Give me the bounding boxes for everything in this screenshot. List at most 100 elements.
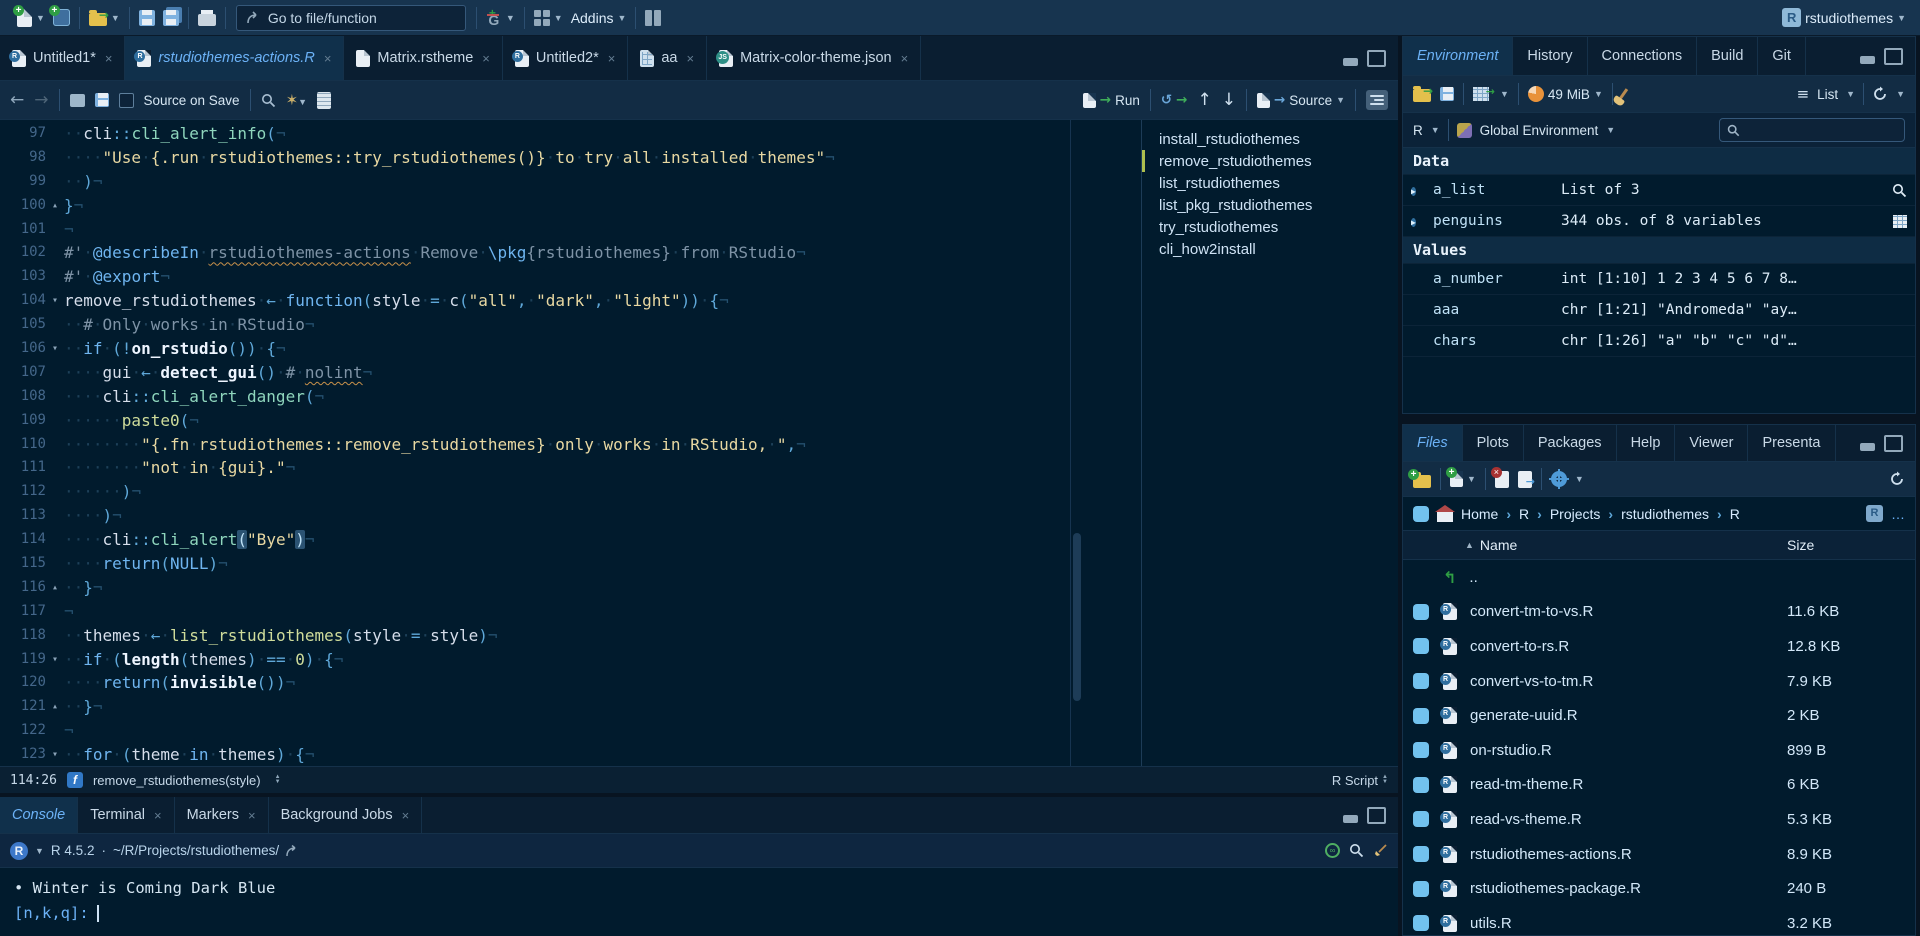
sort-ascending-icon[interactable]: ▲: [1465, 540, 1474, 550]
scope-selector[interactable]: Global Environment: [1480, 123, 1599, 138]
view-mode-selector[interactable]: List: [1817, 87, 1838, 102]
file-row[interactable]: Rutils.R3.2 KB: [1403, 906, 1915, 936]
clear-environment-icon[interactable]: [1619, 88, 1628, 100]
open-file-button[interactable]: →▼: [89, 9, 120, 26]
doc-type-selector[interactable]: R Script: [1332, 773, 1378, 788]
close-icon[interactable]: ×: [402, 808, 410, 823]
rerun-button[interactable]: ↺→: [1161, 92, 1188, 108]
line-number[interactable]: 111: [0, 456, 46, 480]
copy-file-icon[interactable]: [1518, 471, 1532, 488]
fold-marker-icon[interactable]: [46, 313, 64, 337]
select-all-checkbox[interactable]: [1413, 506, 1429, 522]
fold-marker-icon[interactable]: ▾: [46, 743, 64, 766]
code-line[interactable]: 104▾remove_rstudiothemes·←·function(styl…: [0, 289, 1070, 313]
code-line[interactable]: 107····gui·←·detect_gui()·#·nolint¬: [0, 361, 1070, 385]
file-checkbox[interactable]: [1413, 811, 1429, 827]
line-number[interactable]: 102: [0, 241, 46, 265]
fold-marker-icon[interactable]: ▴: [46, 695, 64, 719]
maximize-pane-icon[interactable]: [1884, 435, 1903, 452]
maximize-pane-icon[interactable]: [1367, 50, 1386, 67]
version-control-button[interactable]: G▼: [486, 9, 515, 27]
new-blank-file-button[interactable]: +▼: [1450, 471, 1476, 487]
save-workspace-icon[interactable]: [1440, 87, 1454, 101]
document-outline-toggle[interactable]: [1366, 90, 1388, 110]
outline-item[interactable]: remove_rstudiothemes: [1142, 150, 1398, 172]
breadcrumb-item[interactable]: Home: [1461, 506, 1498, 522]
fold-marker-icon[interactable]: ▴: [46, 194, 64, 218]
file-checkbox[interactable]: [1413, 673, 1429, 689]
tab-console[interactable]: Console: [0, 797, 78, 833]
environment-row[interactable]: ▶penguins344 obs. of 8 variables: [1403, 206, 1915, 237]
line-number[interactable]: 119: [0, 648, 46, 672]
file-row[interactable]: Rrstudiothemes-actions.R8.9 KB: [1403, 837, 1915, 872]
file-name[interactable]: read-tm-theme.R: [1470, 776, 1787, 793]
code-line[interactable]: 112······)¬: [0, 480, 1070, 504]
file-name[interactable]: generate-uuid.R: [1470, 707, 1787, 724]
outline-item[interactable]: try_rstudiothemes: [1142, 216, 1398, 238]
environment-row[interactable]: a_numberint [1:10] 1 2 3 4 5 6 7 8…: [1403, 264, 1915, 295]
tab-untitled1-[interactable]: RUntitled1*×: [0, 36, 125, 80]
file-name[interactable]: utils.R: [1470, 915, 1787, 932]
outline-item[interactable]: cli_how2install: [1142, 238, 1398, 260]
fold-marker-icon[interactable]: [46, 671, 64, 695]
expand-icon[interactable]: ▶: [1411, 213, 1433, 230]
doc-type-stepper-icon[interactable]: ▲▼: [1382, 775, 1388, 785]
code-line[interactable]: 99··)¬: [0, 170, 1070, 194]
popout-icon[interactable]: [70, 94, 85, 107]
line-number[interactable]: 104: [0, 289, 46, 313]
tab-viewer[interactable]: Viewer: [1675, 425, 1748, 461]
function-scope-selector[interactable]: remove_rstudiothemes(style): [93, 773, 261, 788]
file-name[interactable]: on-rstudio.R: [1470, 742, 1787, 759]
language-selector[interactable]: R: [1413, 123, 1423, 138]
memory-usage-button[interactable]: 49 MiB▼: [1528, 86, 1603, 102]
code-line[interactable]: 119▾··if·(length(themes)·==·0)·{¬: [0, 648, 1070, 672]
source-on-save-checkbox[interactable]: [119, 93, 134, 108]
project-menu-button[interactable]: R rstudiothemes ▼: [1782, 8, 1906, 27]
fold-marker-icon[interactable]: [46, 241, 64, 265]
tab-git[interactable]: Git: [1758, 37, 1806, 75]
fold-marker-icon[interactable]: [46, 265, 64, 289]
line-number[interactable]: 113: [0, 504, 46, 528]
tab-presenta[interactable]: Presenta: [1748, 425, 1835, 461]
tab-markers[interactable]: Markers×: [175, 797, 269, 833]
home-icon[interactable]: [1437, 512, 1453, 522]
outline-item[interactable]: list_rstudiothemes: [1142, 172, 1398, 194]
fold-marker-icon[interactable]: [46, 218, 64, 242]
line-number[interactable]: 97: [0, 122, 46, 146]
inspect-icon[interactable]: [1883, 183, 1907, 198]
outline-item[interactable]: list_pkg_rstudiothemes: [1142, 194, 1398, 216]
environment-row[interactable]: aaachr [1:21] "Andromeda" "ay…: [1403, 295, 1915, 326]
line-number[interactable]: 105: [0, 313, 46, 337]
close-icon[interactable]: ×: [324, 51, 332, 66]
go-next-section-icon[interactable]: ↓: [1222, 90, 1236, 110]
tab-matrix-rstheme[interactable]: Matrix.rstheme×: [344, 36, 502, 80]
line-number[interactable]: 103: [0, 265, 46, 289]
code-line[interactable]: 98····"Use·{.run·rstudiothemes::try_rstu…: [0, 146, 1070, 170]
code-area[interactable]: 97··cli::cli_alert_info(¬98····"Use·{.ru…: [0, 120, 1070, 766]
breadcrumb-item[interactable]: R: [1519, 506, 1529, 522]
code-line[interactable]: 109······paste0(¬: [0, 409, 1070, 433]
expand-icon[interactable]: ▶: [1411, 182, 1433, 199]
line-number[interactable]: 115: [0, 552, 46, 576]
code-line[interactable]: 106▾··if·(!on_rstudio())·{¬: [0, 337, 1070, 361]
file-name[interactable]: read-vs-theme.R: [1470, 811, 1787, 828]
maximize-pane-icon[interactable]: [1884, 48, 1903, 65]
fold-marker-icon[interactable]: [46, 456, 64, 480]
fold-marker-icon[interactable]: ▴: [46, 576, 64, 600]
breadcrumb-item[interactable]: rstudiothemes: [1621, 506, 1709, 522]
file-checkbox[interactable]: [1413, 638, 1429, 654]
more-file-commands-button[interactable]: ▼: [1551, 471, 1584, 487]
tab-help[interactable]: Help: [1617, 425, 1676, 461]
code-line[interactable]: 122¬: [0, 719, 1070, 743]
tab-packages[interactable]: Packages: [1524, 425, 1617, 461]
show-panes-button[interactable]: [645, 10, 661, 26]
line-number[interactable]: 109: [0, 409, 46, 433]
r-version-icon[interactable]: R: [10, 842, 28, 860]
code-line[interactable]: 115····return(NULL)¬: [0, 552, 1070, 576]
fold-marker-icon[interactable]: [46, 504, 64, 528]
tab-untitled2-[interactable]: RUntitled2*×: [503, 36, 628, 80]
fold-marker-icon[interactable]: [46, 480, 64, 504]
file-row[interactable]: Rread-vs-theme.R5.3 KB: [1403, 802, 1915, 837]
file-row[interactable]: Ron-rstudio.R899 B: [1403, 733, 1915, 768]
file-name[interactable]: convert-tm-to-vs.R: [1470, 603, 1787, 620]
